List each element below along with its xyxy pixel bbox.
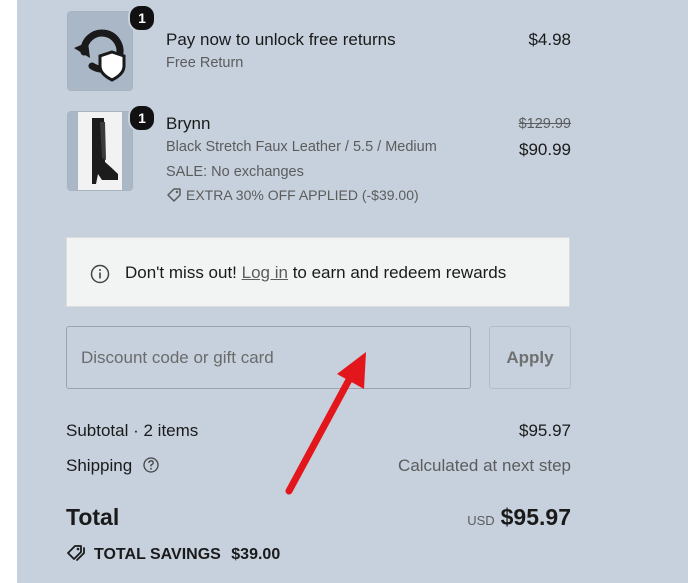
total-label: Total: [66, 504, 120, 530]
shipping-label: Shipping: [66, 456, 133, 475]
shipping-value: Calculated at next step: [398, 456, 571, 475]
discount-tag-label: EXTRA 30% OFF APPLIED (-$39.00): [186, 187, 419, 203]
help-icon[interactable]: [143, 457, 159, 473]
return-shield-icon: [68, 12, 132, 90]
item-price: $90.99: [519, 140, 571, 159]
notice-suffix: to earn and redeem rewards: [292, 263, 507, 282]
item-variant: Black Stretch Faux Leather / 5.5 / Mediu…: [166, 139, 437, 155]
item-thumbnail-boot: [67, 111, 133, 191]
item-sale-note: SALE: No exchanges: [166, 164, 304, 180]
item-price: $4.98: [528, 30, 571, 49]
tag-icon: [167, 188, 181, 202]
item-quantity-badge: 1: [128, 4, 156, 32]
rewards-notice-text: Don't miss out! Log in to earn and redee…: [125, 263, 506, 283]
total-savings: TOTAL SAVINGS $39.00: [66, 544, 280, 564]
item-subtitle: Free Return: [166, 55, 244, 71]
item-discount-tag: EXTRA 30% OFF APPLIED (-$39.00): [166, 187, 419, 203]
savings-label: TOTAL SAVINGS: [94, 546, 221, 563]
total-value: $95.97: [500, 504, 571, 530]
subtotal-label: Subtotal · 2 items: [66, 421, 199, 440]
savings-value: $39.00: [231, 546, 281, 563]
shipping-row: Shipping: [66, 456, 159, 476]
item-original-price: $129.99: [518, 116, 571, 132]
rewards-notice: Don't miss out! Log in to earn and redee…: [66, 237, 570, 307]
boot-image: [68, 112, 132, 190]
notice-prefix: Don't miss out!: [125, 263, 237, 282]
total-amount: USD $95.97: [467, 504, 571, 531]
item-quantity-badge: 1: [128, 104, 156, 132]
item-thumbnail-returns: [67, 11, 133, 91]
apply-button[interactable]: Apply: [489, 326, 571, 389]
item-name: Pay now to unlock free returns: [166, 30, 396, 49]
discount-code-input[interactable]: [66, 326, 471, 389]
tags-icon: [67, 545, 85, 561]
currency-code: USD: [467, 513, 495, 528]
subtotal-value: $95.97: [519, 421, 571, 440]
info-icon: [90, 264, 110, 284]
login-link[interactable]: Log in: [242, 263, 288, 282]
item-name: Brynn: [166, 114, 211, 133]
